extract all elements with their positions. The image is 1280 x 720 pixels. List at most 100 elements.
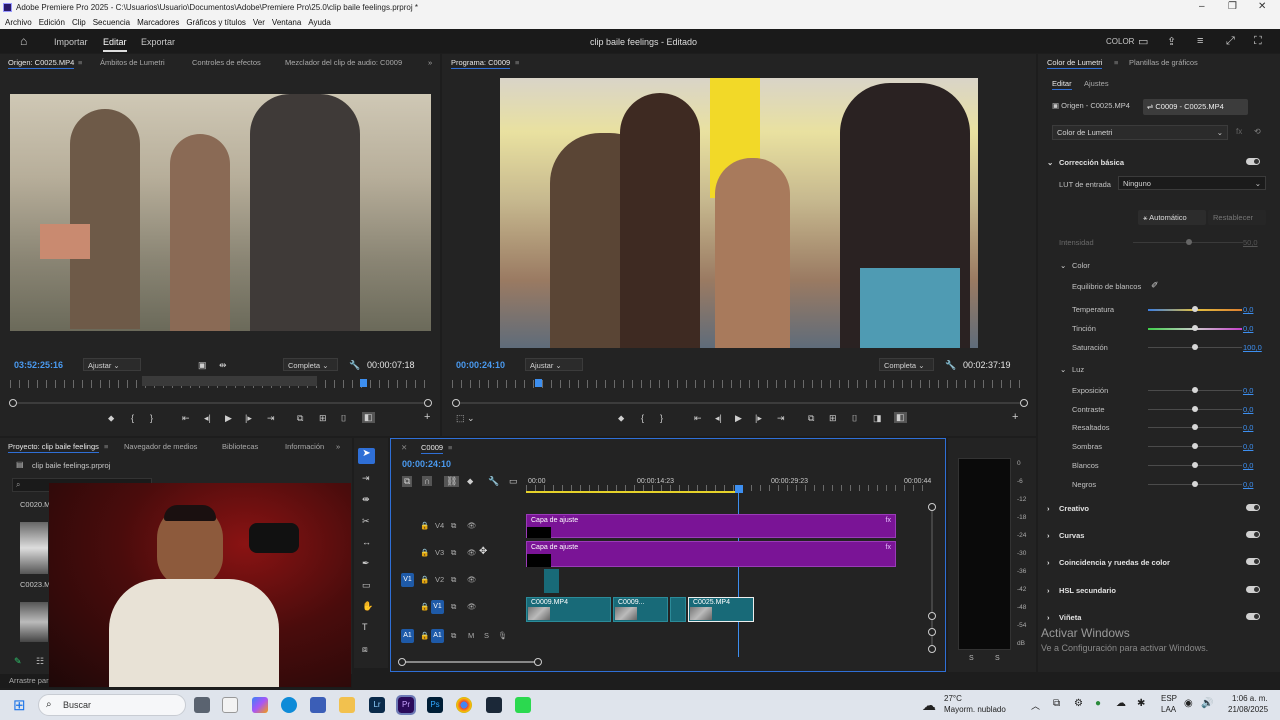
share-icon[interactable]: ⇪	[1167, 35, 1176, 48]
sync-icon[interactable]: ⧉	[451, 631, 456, 641]
pen-icon[interactable]: ✒	[362, 558, 370, 569]
wrench-icon[interactable]: 🔧	[945, 360, 956, 371]
video-clip-selected[interactable]: C0025.MP4	[688, 597, 754, 622]
source-playhead[interactable]	[360, 379, 367, 387]
section-creative[interactable]: Creativo	[1059, 504, 1089, 513]
go-to-out-icon[interactable]: ⇥	[267, 413, 275, 424]
tab-media-browser[interactable]: Navegador de medios	[124, 442, 197, 451]
lock-icon[interactable]: 🔒	[420, 575, 429, 584]
vscroll-knob[interactable]	[928, 628, 936, 636]
tab-audio-mixer[interactable]: Mezclador del clip de audio: C0009	[285, 58, 402, 67]
sync-icon[interactable]: ⧉	[451, 602, 456, 612]
creative-toggle[interactable]	[1246, 504, 1260, 511]
language-primary[interactable]: ESP	[1161, 694, 1177, 703]
vignette-toggle[interactable]	[1246, 613, 1260, 620]
menu-marcadores[interactable]: Marcadores	[137, 18, 179, 27]
chevron-up-icon[interactable]: ︿	[1031, 699, 1040, 712]
sync-icon[interactable]: ⧉	[451, 548, 456, 558]
hscroll-end[interactable]	[534, 658, 542, 666]
windows-start-icon[interactable]: ⊞	[13, 696, 26, 714]
store-icon[interactable]	[310, 697, 326, 713]
tab-source[interactable]: Origen: C0025.MP4	[8, 58, 75, 69]
overwrite-icon[interactable]: ⊞	[319, 413, 327, 424]
maximize-icon[interactable]: ❐	[1228, 1, 1237, 12]
mark-in-icon[interactable]: {	[641, 413, 644, 423]
contrast-knob[interactable]	[1192, 406, 1198, 412]
video-clip[interactable]: C0009...	[613, 597, 668, 622]
subtab-ajustes[interactable]: Ajustes	[1084, 79, 1109, 88]
tray-icon[interactable]: ⚙	[1074, 698, 1083, 709]
program-timecode[interactable]: 00:00:24:10	[456, 360, 505, 370]
comparison-view-icon[interactable]: ◨	[873, 413, 882, 424]
source-patch-a1[interactable]: A1	[401, 629, 414, 643]
temperature-knob[interactable]	[1192, 306, 1198, 312]
subtab-editar[interactable]: Editar	[1052, 79, 1072, 90]
list-view-icon[interactable]: ☷	[36, 656, 44, 667]
track-select-icon[interactable]: ⇥	[362, 473, 370, 484]
tray-icon[interactable]: ●	[1095, 698, 1101, 709]
menu-ayuda[interactable]: Ayuda	[308, 18, 331, 27]
edge-icon[interactable]	[281, 697, 297, 713]
marker-icon[interactable]: ⬥	[618, 413, 624, 424]
whites-value[interactable]: 0,0	[1243, 461, 1253, 470]
chevron-right-icon[interactable]: ›	[1047, 558, 1050, 567]
section-hsl-secondary[interactable]: HSL secundario	[1059, 586, 1116, 595]
close-icon[interactable]: ✕	[1258, 1, 1266, 12]
extract-icon[interactable]: ⊞	[829, 413, 837, 424]
menu-ventana[interactable]: Ventana	[272, 18, 301, 27]
chevron-right-icon[interactable]: ›	[1047, 586, 1050, 595]
step-back-icon[interactable]: ◂|	[715, 413, 722, 424]
section-color[interactable]: Color	[1072, 261, 1090, 270]
source-clip-button[interactable]: ▣ Origen - C0025.MP4	[1052, 101, 1140, 115]
track-label-a1[interactable]: A1	[431, 629, 444, 643]
snap-icon[interactable]: ⧉	[402, 476, 413, 487]
source-patch-v1[interactable]: V1	[401, 573, 414, 587]
premiere-icon[interactable]: Pr	[396, 695, 416, 715]
video-clip[interactable]	[670, 597, 686, 622]
adjustment-layer-clip[interactable]: Capa de ajuste fx	[526, 514, 896, 538]
lock-icon[interactable]: 🔒	[420, 631, 429, 640]
solo-right-button[interactable]: S	[995, 655, 1000, 662]
program-scrollbar[interactable]	[456, 402, 1026, 404]
cloud-icon[interactable]: ☁	[1116, 698, 1126, 709]
drag-icon[interactable]: ⇹	[219, 360, 227, 371]
program-playhead[interactable]	[535, 379, 542, 387]
highlights-knob[interactable]	[1192, 424, 1198, 430]
chevron-down-icon[interactable]: ⌄	[1060, 261, 1066, 270]
eye-icon[interactable]: 👁	[467, 575, 477, 584]
mark-out-icon[interactable]: }	[660, 413, 663, 423]
copilot-icon[interactable]	[252, 697, 268, 713]
small-clip[interactable]	[544, 569, 559, 593]
tint-value[interactable]: 0,0	[1243, 324, 1253, 333]
nav-importar[interactable]: Importar	[54, 37, 88, 47]
home-icon[interactable]: ⌂	[20, 34, 27, 48]
slip-icon[interactable]: ↔	[362, 537, 371, 547]
app-icon[interactable]	[515, 697, 531, 713]
tab-source-menu-icon[interactable]: ≡	[78, 58, 82, 67]
source-timecode[interactable]: 03:52:25:16	[14, 360, 63, 370]
timeline-hscroll[interactable]	[403, 661, 538, 663]
menu-secuencia[interactable]: Secuencia	[93, 18, 130, 27]
type-icon[interactable]: T	[362, 622, 368, 632]
photoshop-icon[interactable]: Ps	[427, 697, 443, 713]
curves-toggle[interactable]	[1246, 531, 1260, 538]
volume-icon[interactable]: 🔊	[1201, 698, 1213, 709]
language-secondary[interactable]: LAA	[1161, 705, 1176, 714]
tab-info[interactable]: Información	[285, 442, 324, 451]
program-scroll-end[interactable]	[1020, 399, 1028, 407]
fx-toggle-icon[interactable]: fx	[1236, 127, 1242, 136]
hand-icon[interactable]: ✋	[362, 601, 373, 612]
tab-program[interactable]: Programa: C0009	[451, 58, 511, 69]
queue-icon[interactable]: ≡	[1197, 35, 1203, 47]
vscroll-knob[interactable]	[928, 612, 936, 620]
lock-icon[interactable]: 🔒	[420, 521, 429, 530]
shadows-value[interactable]: 0,0	[1243, 442, 1253, 451]
task-view-icon[interactable]	[194, 697, 210, 713]
exposure-knob[interactable]	[1192, 387, 1198, 393]
clip-icon[interactable]: ▣	[198, 360, 207, 371]
nav-exportar[interactable]: Exportar	[141, 37, 175, 47]
tab-lumetri-menu-icon[interactable]: ≡	[1114, 58, 1118, 67]
nav-editar[interactable]: Editar	[103, 37, 127, 52]
shadows-knob[interactable]	[1192, 443, 1198, 449]
contrast-value[interactable]: 0,0	[1243, 405, 1253, 414]
